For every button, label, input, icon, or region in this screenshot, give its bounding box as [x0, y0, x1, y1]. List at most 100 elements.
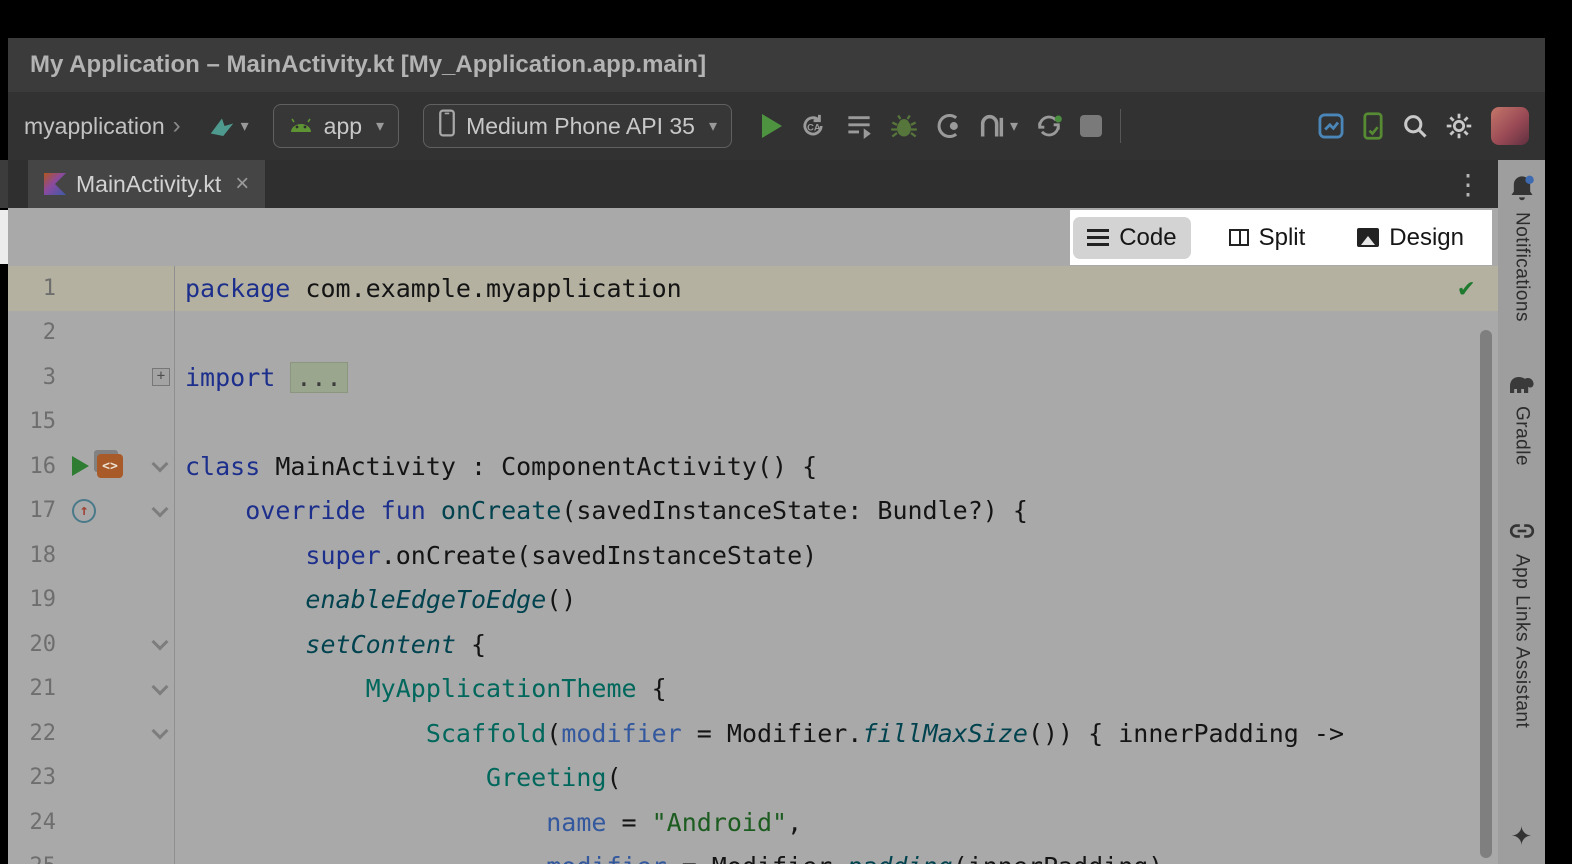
code-line[interactable]: 18 super.onCreate(savedInstanceState): [8, 533, 1498, 578]
code-line[interactable]: 25 modifier = Modifier.padding(innerPadd…: [8, 845, 1498, 864]
code-text[interactable]: import ...: [175, 363, 348, 392]
gutter: 23: [8, 756, 175, 801]
code-line[interactable]: 17↑ override fun onCreate(savedInstanceS…: [8, 489, 1498, 534]
line-number: 2: [8, 320, 56, 345]
line-number: 20: [8, 632, 56, 657]
code-text[interactable]: setContent {: [175, 630, 486, 659]
view-mode-label: Code: [1119, 224, 1176, 252]
view-mode-split[interactable]: Split: [1215, 217, 1320, 259]
code-text[interactable]: override fun onCreate(savedInstanceState…: [175, 496, 1028, 525]
code-line[interactable]: 21 MyApplicationTheme {: [8, 667, 1498, 712]
code-line[interactable]: 24 name = "Android",: [8, 800, 1498, 845]
stop-button[interactable]: [1080, 115, 1102, 137]
gutter: 2: [8, 311, 175, 356]
tab-options-kebab-icon[interactable]: ⋮: [1454, 168, 1482, 201]
left-stripe-fragment: [0, 160, 8, 208]
gutter: 16 <>: [8, 444, 175, 489]
chevron-down-icon: ▾: [1010, 116, 1018, 136]
vertical-scrollbar[interactable]: [1480, 330, 1492, 858]
profiler-button[interactable]: ▾: [978, 113, 1018, 139]
device-manager-button[interactable]: [1361, 112, 1385, 140]
right-tool-stripe: Notifications Gradle App Links Assistant…: [1498, 160, 1545, 864]
gutter: 3+: [8, 355, 175, 400]
rerun-with-profiler-button[interactable]: [844, 113, 874, 139]
line-number: 16: [8, 454, 56, 479]
gradle-elephant-icon[interactable]: [1508, 374, 1536, 396]
main-toolbar: myapplication › ▾ app ▾ Medium Phone API…: [8, 92, 1545, 160]
attach-debugger-button[interactable]: [934, 112, 962, 140]
code-text[interactable]: Greeting(: [175, 763, 622, 792]
chevron-down-icon: ▾: [709, 116, 717, 136]
line-number: 21: [8, 676, 56, 701]
view-mode-code[interactable]: Code: [1073, 217, 1190, 259]
fold-collapse-icon[interactable]: [152, 456, 169, 473]
close-icon[interactable]: ×: [235, 173, 249, 195]
gradle-sync-icon[interactable]: ▾: [207, 113, 249, 139]
code-text[interactable]: name = "Android",: [175, 808, 802, 837]
code-text[interactable]: class MainActivity : ComponentActivity()…: [175, 452, 817, 481]
line-number: 19: [8, 587, 56, 612]
code-text[interactable]: enableEdgeToEdge(): [175, 585, 576, 614]
code-text[interactable]: MyApplicationTheme {: [175, 674, 667, 703]
line-number: 23: [8, 765, 56, 790]
fold-collapse-icon[interactable]: [152, 634, 169, 651]
breadcrumb-project[interactable]: myapplication: [24, 113, 165, 140]
code-line[interactable]: 20 setContent {: [8, 622, 1498, 667]
override-method-icon[interactable]: ↑: [72, 499, 96, 523]
apply-changes-button[interactable]: CA: [798, 112, 828, 140]
tool-window-notifications[interactable]: Notifications: [1511, 212, 1533, 322]
tab-label: MainActivity.kt: [76, 171, 221, 198]
editor-tab-bar: MainActivity.kt × ⋮: [8, 160, 1498, 208]
fold-collapse-icon[interactable]: [152, 723, 169, 740]
tab-mainactivity[interactable]: MainActivity.kt ×: [28, 160, 265, 208]
device-label: Medium Phone API 35: [466, 113, 695, 140]
line-number: 22: [8, 721, 56, 746]
app-quality-insights-button[interactable]: [1317, 112, 1345, 140]
sparkle-icon[interactable]: ✦: [1511, 821, 1533, 852]
code-text[interactable]: super.onCreate(savedInstanceState): [175, 541, 817, 570]
code-text[interactable]: modifier = Modifier.padding(innerPadding…: [175, 852, 1163, 864]
fold-expand-icon[interactable]: +: [152, 368, 170, 386]
analysis-ok-icon[interactable]: ✔: [1458, 273, 1474, 303]
split-icon: [1229, 229, 1249, 246]
code-line[interactable]: 23 Greeting(: [8, 756, 1498, 801]
android-icon: [288, 113, 314, 140]
code-line[interactable]: 2: [8, 311, 1498, 356]
run-button[interactable]: [762, 114, 782, 138]
code-text[interactable]: package com.example.myapplication: [175, 274, 682, 303]
user-avatar[interactable]: [1491, 107, 1529, 145]
code-line[interactable]: 19 enableEdgeToEdge(): [8, 578, 1498, 623]
editor-header: Code Split Design: [8, 208, 1498, 266]
toolbar-separator: [1120, 109, 1121, 143]
search-button[interactable]: [1401, 112, 1429, 140]
code-line[interactable]: 3+import ...: [8, 355, 1498, 400]
device-selector[interactable]: Medium Phone API 35 ▾: [423, 104, 732, 148]
debug-button[interactable]: [890, 112, 918, 140]
code-line[interactable]: 15: [8, 400, 1498, 445]
settings-button[interactable]: [1445, 112, 1473, 140]
tool-window-app-links[interactable]: App Links Assistant: [1511, 554, 1533, 728]
svg-text:CA: CA: [807, 123, 821, 133]
line-number: 15: [8, 409, 56, 434]
line-number: 24: [8, 810, 56, 835]
code-line[interactable]: 22 Scaffold(modifier = Modifier.fillMaxS…: [8, 711, 1498, 756]
run-class-icon[interactable]: [72, 456, 89, 476]
kotlin-file-icon: [44, 173, 66, 195]
code-text[interactable]: Scaffold(modifier = Modifier.fillMaxSize…: [175, 719, 1344, 748]
app-links-icon[interactable]: [1509, 518, 1535, 544]
notifications-bell-icon[interactable]: [1509, 174, 1535, 202]
sync-project-button[interactable]: [1034, 112, 1064, 140]
gutter: 18: [8, 533, 175, 578]
phone-icon: [438, 109, 456, 143]
fold-collapse-icon[interactable]: [152, 500, 169, 517]
gutter: 17↑: [8, 489, 175, 534]
code-line[interactable]: 16 <> class MainActivity : ComponentActivi…: [8, 444, 1498, 489]
code-line[interactable]: 1package com.example.myapplication✔: [8, 266, 1498, 311]
chevron-down-icon: ▾: [241, 116, 249, 136]
fold-collapse-icon[interactable]: [152, 678, 169, 695]
tool-window-gradle[interactable]: Gradle: [1511, 406, 1533, 466]
compose-preview-icon[interactable]: <>: [97, 454, 123, 478]
run-config-selector[interactable]: app ▾: [273, 104, 399, 148]
view-mode-design[interactable]: Design: [1343, 217, 1478, 259]
code-editor[interactable]: 1package com.example.myapplication✔23+im…: [8, 266, 1498, 864]
